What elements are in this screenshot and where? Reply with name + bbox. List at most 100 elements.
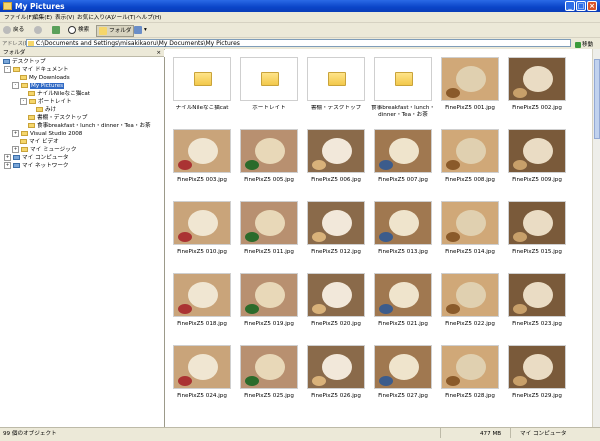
folder-icon (21, 147, 28, 152)
minimize-button[interactable]: _ (565, 1, 575, 11)
menu-tools[interactable]: ツール(T) (111, 13, 136, 21)
go-button[interactable]: 移動 (575, 40, 593, 48)
expand-icon[interactable]: + (12, 146, 19, 153)
image-item[interactable]: FinePixZ5 025.jpg (236, 341, 300, 411)
folder-icon (36, 107, 43, 112)
image-item[interactable]: FinePixZ5 022.jpg (437, 269, 501, 339)
image-item[interactable]: FinePixZ5 029.jpg (504, 341, 568, 411)
thumbnail (173, 129, 231, 173)
image-item[interactable]: FinePixZ5 011.jpg (236, 197, 300, 267)
image-item[interactable]: FinePixZ5 019.jpg (236, 269, 300, 339)
menu-edit[interactable]: 編集(E) (33, 13, 52, 21)
tree-item-my-network[interactable]: + マイ ネットワーク (4, 162, 69, 170)
tree-item-visual-studio[interactable]: + Visual Studio 2008 (12, 130, 82, 138)
item-label: FinePixZ5 025.jpg (244, 393, 294, 399)
tree-item-my-videos[interactable]: マイ ビデオ (20, 138, 59, 146)
folder-icon (194, 72, 212, 86)
photo-plate (523, 282, 553, 308)
tree-item-my-computer[interactable]: + マイ コンピュータ (4, 154, 69, 162)
collapse-icon[interactable]: - (12, 82, 19, 89)
thumbnail (240, 201, 298, 245)
folder-icon (29, 99, 36, 104)
image-item[interactable]: FinePixZ5 006.jpg (303, 125, 367, 195)
photo-plate (389, 210, 419, 236)
folder-item[interactable]: ナイルNileなこ猫cat (169, 53, 233, 123)
expand-icon[interactable]: + (4, 162, 11, 169)
item-label: FinePixZ5 024.jpg (177, 393, 227, 399)
image-item[interactable]: FinePixZ5 020.jpg (303, 269, 367, 339)
image-item[interactable]: FinePixZ5 027.jpg (370, 341, 434, 411)
close-button[interactable]: × (587, 1, 597, 11)
tree-item-portrait[interactable]: - ポートレイト (20, 98, 72, 106)
image-item[interactable]: FinePixZ5 010.jpg (169, 197, 233, 267)
item-label: FinePixZ5 012.jpg (311, 249, 361, 255)
folder-item[interactable]: 書棚・デスクトップ (303, 53, 367, 123)
vertical-scrollbar[interactable] (592, 49, 600, 427)
folder-item[interactable]: 食事breakfast・lunch・dinner・Tea・お茶 (370, 53, 435, 123)
photo-thumbnail (241, 130, 297, 172)
expand-icon[interactable]: + (12, 130, 19, 137)
image-item[interactable]: FinePixZ5 001.jpg (437, 53, 501, 123)
folders-button[interactable]: フォルダ (96, 25, 135, 37)
photo-detail (245, 232, 259, 242)
menu-favorites[interactable]: お気に入り(A) (77, 13, 113, 21)
collapse-icon[interactable]: - (20, 98, 27, 105)
up-folder-button[interactable] (52, 25, 62, 35)
scrollbar-thumb[interactable] (594, 59, 600, 139)
image-item[interactable]: FinePixZ5 005.jpg (236, 125, 300, 195)
image-item[interactable]: FinePixZ5 028.jpg (437, 341, 501, 411)
image-item[interactable]: FinePixZ5 002.jpg (504, 53, 568, 123)
menu-file[interactable]: ファイル(F) (4, 13, 34, 21)
image-item[interactable]: FinePixZ5 007.jpg (370, 125, 434, 195)
image-item[interactable]: FinePixZ5 012.jpg (303, 197, 367, 267)
image-item[interactable]: FinePixZ5 014.jpg (437, 197, 501, 267)
forward-button[interactable] (34, 25, 44, 35)
folder-icon (28, 115, 35, 120)
photo-thumbnail (241, 346, 297, 388)
item-label: FinePixZ5 007.jpg (378, 177, 428, 183)
thumbnail (441, 201, 499, 245)
folder-item[interactable]: ポートレイト (236, 53, 300, 123)
address-input[interactable]: C:\Documents and Settings\misakikaoru\My… (26, 39, 571, 47)
image-item[interactable]: FinePixZ5 021.jpg (370, 269, 434, 339)
item-label: FinePixZ5 021.jpg (378, 321, 428, 327)
image-item[interactable]: FinePixZ5 015.jpg (504, 197, 568, 267)
image-item[interactable]: FinePixZ5 013.jpg (370, 197, 434, 267)
image-item[interactable]: FinePixZ5 008.jpg (437, 125, 501, 195)
photo-detail (379, 232, 393, 242)
folders-icon (99, 26, 107, 35)
tree-item-my-downloads[interactable]: My Downloads (20, 74, 70, 82)
tree-item-my-music[interactable]: + マイ ミュージック (12, 146, 76, 154)
tree-item-mike[interactable]: みけ (36, 106, 56, 114)
menu-view[interactable]: 表示(V) (55, 13, 74, 21)
image-item[interactable]: FinePixZ5 023.jpg (504, 269, 568, 339)
image-item[interactable]: FinePixZ5 026.jpg (303, 341, 367, 411)
thumbnail (240, 345, 298, 389)
image-item[interactable]: FinePixZ5 003.jpg (169, 125, 233, 195)
close-pane-button[interactable]: × (156, 49, 161, 57)
tree-item-meals[interactable]: 食事breakfast・lunch・dinner・Tea・お茶 (28, 122, 151, 130)
folder-icon (21, 131, 28, 136)
expand-icon[interactable]: + (4, 154, 11, 161)
tree-item-desktop[interactable]: デスクトップ (3, 58, 46, 66)
tree-item-my-pictures[interactable]: - My Pictures (12, 82, 65, 90)
back-button[interactable]: 戻る (3, 25, 24, 35)
tree-item-bookshelf[interactable]: 書棚・デスクトップ (28, 114, 87, 122)
photo-detail (446, 304, 460, 314)
maximize-button[interactable]: □ (576, 1, 586, 11)
photo-detail (379, 160, 393, 170)
image-item[interactable]: FinePixZ5 018.jpg (169, 269, 233, 339)
tree-item-nile-cat[interactable]: ナイルNileなこ猫cat (28, 90, 90, 98)
image-item[interactable]: FinePixZ5 024.jpg (169, 341, 233, 411)
thumbnail (441, 129, 499, 173)
desktop-icon (3, 59, 10, 64)
thumbnail (441, 345, 499, 389)
tree-item-my-documents[interactable]: - マイ ドキュメント (4, 66, 69, 74)
collapse-icon[interactable]: - (4, 66, 11, 73)
views-button[interactable]: ▾ (134, 25, 147, 35)
image-item[interactable]: FinePixZ5 009.jpg (504, 125, 568, 195)
photo-thumbnail (509, 202, 565, 244)
menu-help[interactable]: ヘルプ(H) (136, 13, 161, 21)
photo-plate (255, 210, 285, 236)
search-button[interactable]: 検索 (68, 25, 89, 35)
